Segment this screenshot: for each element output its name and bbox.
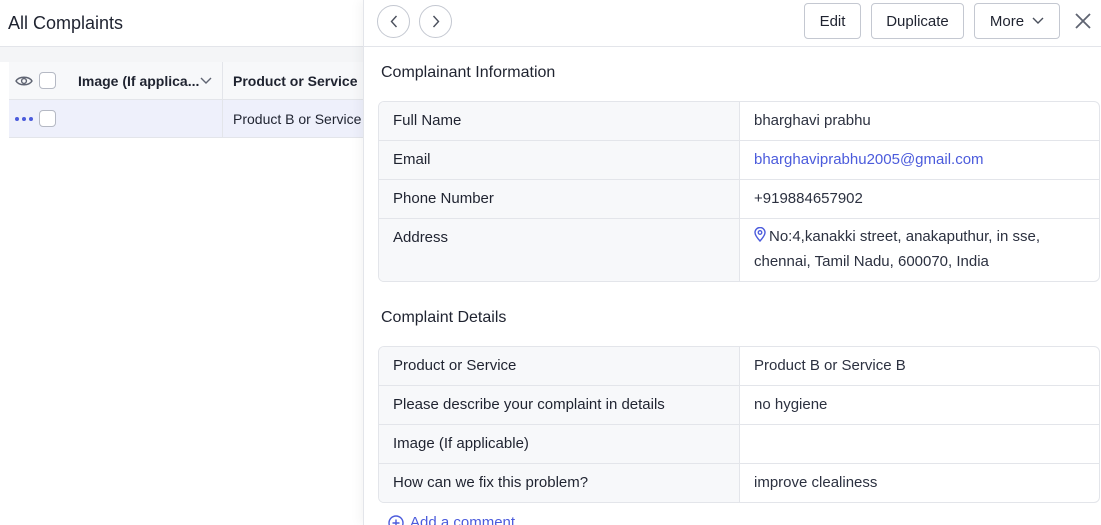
chevron-left-icon <box>390 15 397 28</box>
complaint-details-table: Product or Service Product B or Service … <box>378 346 1100 503</box>
column-header-image[interactable]: Image (If applica... <box>68 62 223 99</box>
email-value: bharghaviprabhu2005@gmail.com <box>740 141 1099 179</box>
table-row: Image (If applicable) <box>379 425 1099 464</box>
field-value: bharghavi prabhu <box>754 112 871 129</box>
eye-icon[interactable] <box>9 74 39 88</box>
field-value: +919884657902 <box>754 190 863 207</box>
column-header-image-label: Image (If applica... <box>78 72 200 89</box>
row-checkbox-cell[interactable] <box>39 110 68 127</box>
column-header-product[interactable]: Product or Service <box>223 73 363 89</box>
field-value: improve clealiness <box>754 474 878 491</box>
address-value: No:4,kanakki street, anakaputhur, in sse… <box>740 219 1099 281</box>
field-label: Please describe your complaint in detail… <box>379 386 740 424</box>
complaints-list-view: All Complaints Image (If applica... Prod… <box>0 0 363 525</box>
table-row[interactable]: Product B or Service B <box>9 100 363 138</box>
record-detail-panel: Edit Duplicate More Complainant Informat… <box>363 0 1101 525</box>
chevron-right-icon <box>432 15 439 28</box>
location-pin-icon[interactable] <box>754 226 766 243</box>
panel-toolbar: Edit Duplicate More <box>364 0 1101 47</box>
table-row: Phone Number +919884657902 <box>379 180 1099 219</box>
duplicate-button[interactable]: Duplicate <box>871 3 964 39</box>
address-text: No:4,kanakki street, anakaputhur, in sse… <box>754 228 1040 270</box>
field-value: no hygiene <box>754 396 828 413</box>
complainant-info-table: Full Name bharghavi prabhu Email bhargha… <box>378 101 1100 282</box>
select-all-checkbox-cell[interactable] <box>39 72 68 89</box>
more-button-label: More <box>989 12 1025 30</box>
select-all-checkbox[interactable] <box>39 72 56 89</box>
list-gap <box>0 47 363 62</box>
plus-circle-icon <box>388 514 404 525</box>
previous-record-button[interactable] <box>377 5 410 38</box>
table-row: Please describe your complaint in detail… <box>379 386 1099 425</box>
table-row: How can we fix this problem? improve cle… <box>379 464 1099 502</box>
email-link[interactable]: bharghaviprabhu2005@gmail.com <box>754 151 984 168</box>
chevron-down-icon[interactable] <box>200 77 212 85</box>
table-row: Full Name bharghavi prabhu <box>379 102 1099 141</box>
next-record-button[interactable] <box>419 5 452 38</box>
field-label: How can we fix this problem? <box>379 464 740 502</box>
complainant-section-title: Complainant Information <box>381 64 556 81</box>
grid-header: Image (If applica... Product or Service <box>9 62 363 100</box>
more-button[interactable]: More <box>974 3 1060 39</box>
details-section-title: Complaint Details <box>381 309 507 326</box>
field-label: Address <box>379 219 740 281</box>
field-label: Full Name <box>379 102 740 140</box>
records-grid: Image (If applica... Product or Service … <box>9 62 363 138</box>
field-value: Product B or Service B <box>754 357 906 374</box>
list-header: All Complaints <box>0 0 363 47</box>
row-actions-icon[interactable] <box>9 116 39 121</box>
add-comment-link[interactable]: Add a comment <box>388 514 515 525</box>
row-checkbox[interactable] <box>39 110 56 127</box>
field-value <box>740 425 1099 463</box>
edit-button[interactable]: Edit <box>804 3 861 39</box>
close-icon[interactable] <box>1072 10 1094 32</box>
table-row: Address No:4,kanakki street, anakaputhur… <box>379 219 1099 281</box>
field-label: Phone Number <box>379 180 740 218</box>
chevron-down-icon <box>1032 17 1044 24</box>
table-row: Product or Service Product B or Service … <box>379 347 1099 386</box>
row-product-cell: Product B or Service B <box>233 110 363 127</box>
table-row: Email bharghaviprabhu2005@gmail.com <box>379 141 1099 180</box>
field-label: Email <box>379 141 740 179</box>
add-comment-label: Add a comment <box>410 514 516 525</box>
field-label: Product or Service <box>379 347 740 385</box>
page-title: All Complaints <box>8 12 124 33</box>
row-image-cell <box>68 100 223 137</box>
field-label: Image (If applicable) <box>379 425 740 463</box>
